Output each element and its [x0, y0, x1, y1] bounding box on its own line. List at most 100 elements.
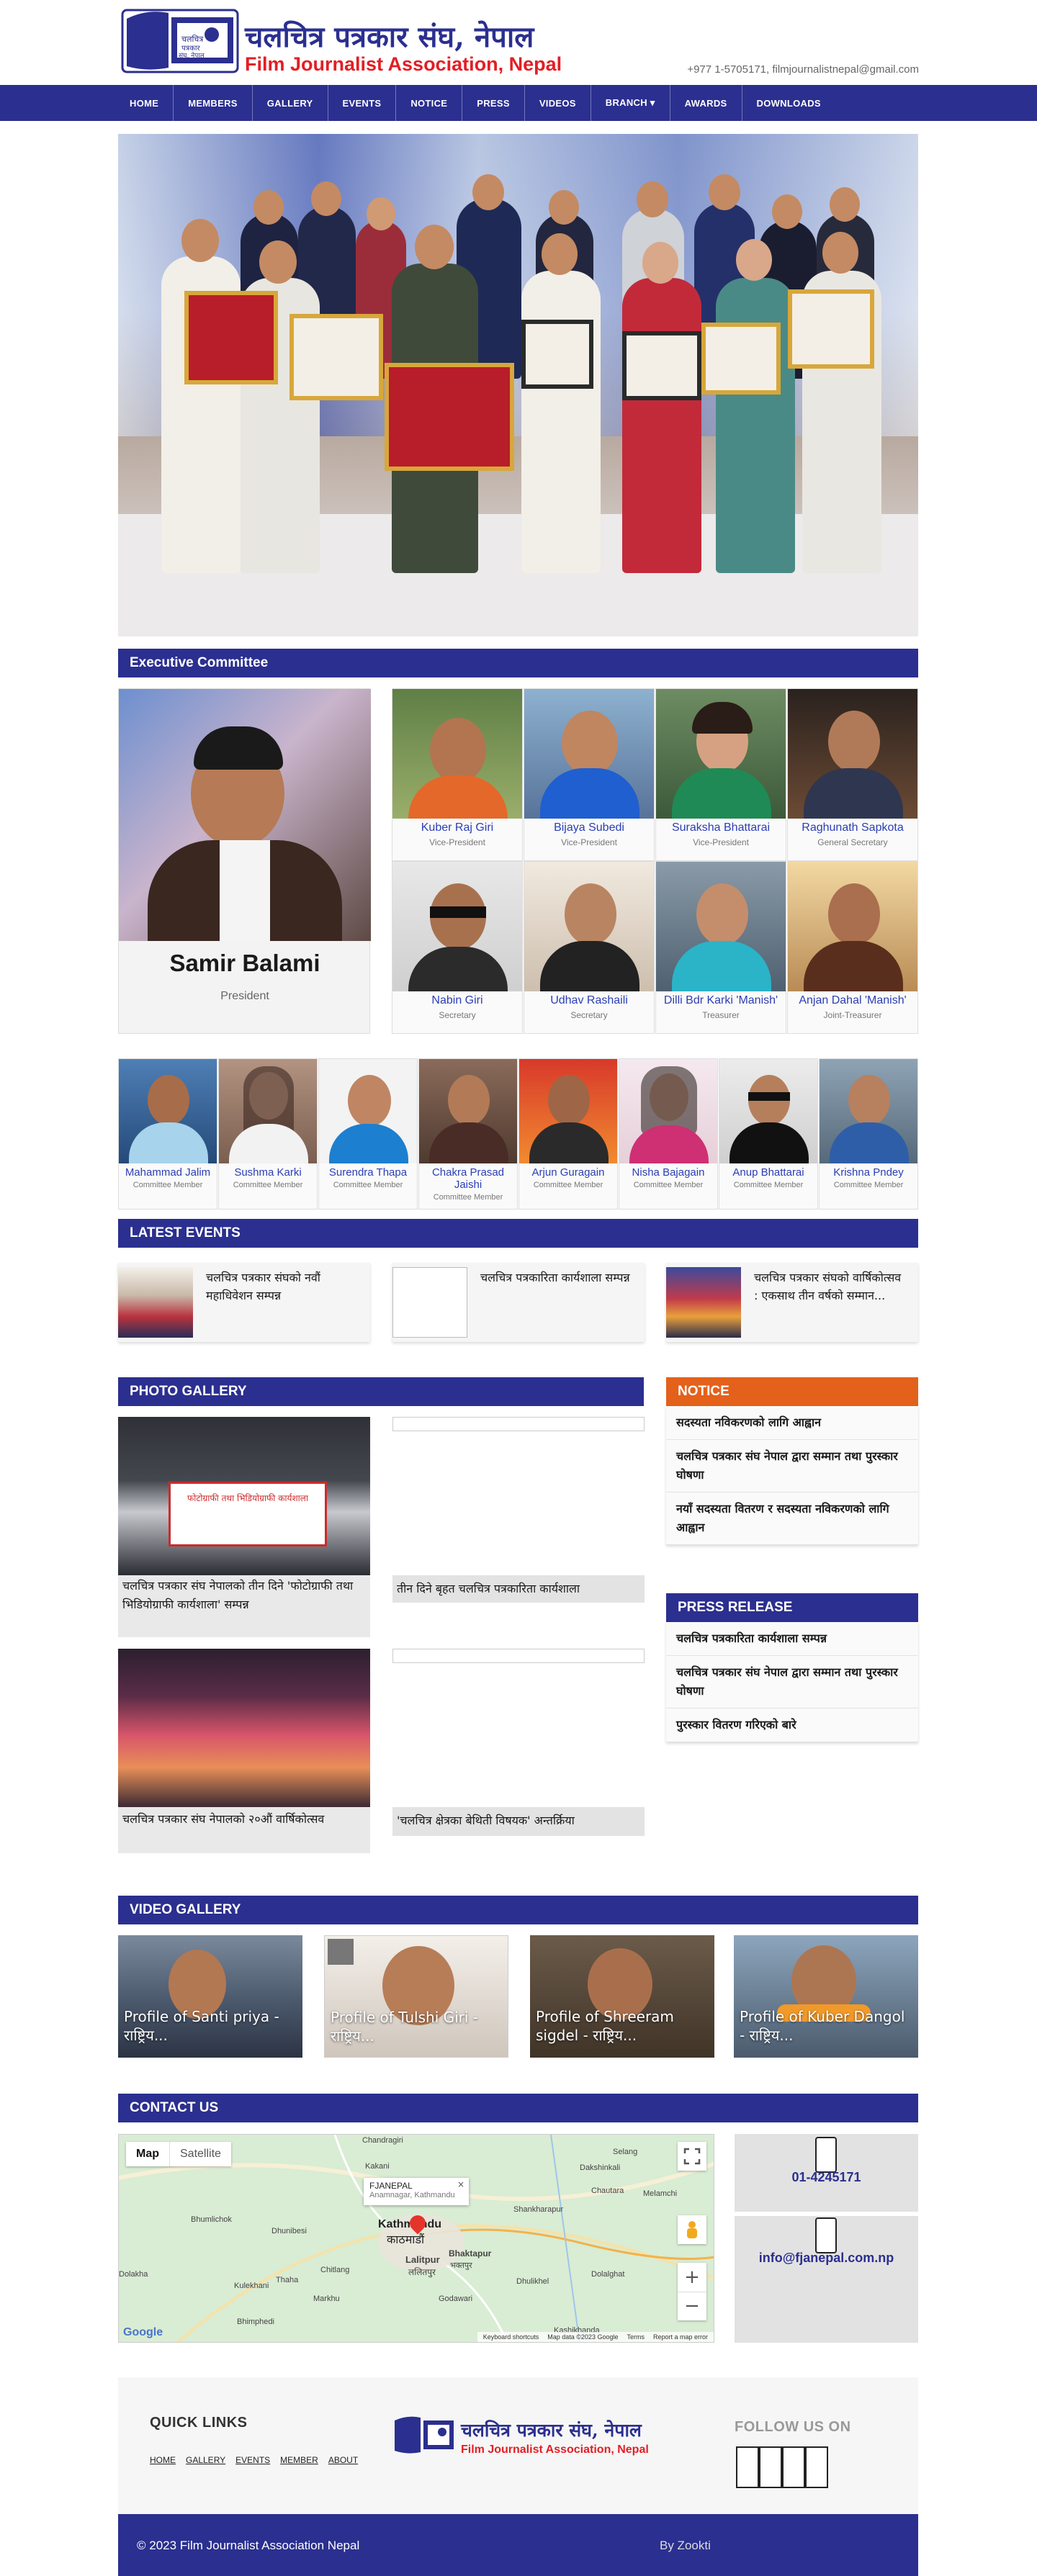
map-report-error-link[interactable]: Report a map error: [653, 2333, 708, 2341]
close-icon[interactable]: ×: [457, 2179, 464, 2189]
press-release-item[interactable]: चलचित्र पत्रकारिता कार्यशाला सम्पन्न: [666, 1622, 918, 1656]
member-name[interactable]: Udhav Rashaili: [524, 994, 654, 1007]
video-thumbnail[interactable]: Profile of Tulshi Giri - राष्ट्रिय...: [324, 1935, 508, 2058]
committee-card[interactable]: Mahammad Jalim Committee Member: [118, 1058, 217, 1210]
map-terms-link[interactable]: Terms: [627, 2333, 645, 2341]
video-thumbnail[interactable]: Profile of Kuber Dangol - राष्ट्रिय...: [734, 1935, 918, 2058]
nav-item-downloads[interactable]: DOWNLOADS: [742, 85, 835, 121]
site-title-english[interactable]: Film Journalist Association, Nepal: [245, 53, 562, 76]
embedded-map[interactable]: Chandragiri Kathmandu काठमाडौं Lalitpur …: [118, 2134, 714, 2343]
instagram-icon[interactable]: [805, 2446, 828, 2488]
nav-item-branch-dropdown[interactable]: BRANCH ▾: [591, 85, 670, 121]
zoom-out-icon[interactable]: −: [678, 2292, 706, 2320]
gallery-caption[interactable]: तीन दिने बृहत चलचित्र पत्रकारिता कार्यशा…: [397, 1580, 640, 1598]
video-title[interactable]: Profile of Tulshi Giri - राष्ट्रिय...: [331, 2008, 503, 2045]
video-title[interactable]: Profile of Santi priya - राष्ट्रिय...: [124, 2007, 297, 2045]
executive-card[interactable]: Nabin Giri Secretary: [392, 861, 523, 1034]
press-release-item[interactable]: पुरस्कार वितरण गरिएको बारे: [666, 1708, 918, 1742]
member-name[interactable]: Mahammad Jalim: [119, 1166, 217, 1179]
notice-item[interactable]: नयाँ सदस्यता वितरण र सदस्यता नविकरणको ला…: [666, 1492, 918, 1545]
video-title[interactable]: Profile of Shreeram sigdel - राष्ट्रिय..…: [536, 2007, 709, 2045]
member-name[interactable]: Anup Bhattarai: [719, 1166, 817, 1179]
committee-card[interactable]: Krishna Pndey Committee Member: [819, 1058, 918, 1210]
member-name[interactable]: Dilli Bdr Karki 'Manish': [656, 994, 786, 1007]
footer-link-events[interactable]: EVENTS: [235, 2455, 270, 2465]
executive-card[interactable]: Anjan Dahal 'Manish' Joint-Treasurer: [787, 861, 918, 1034]
member-name[interactable]: Nisha Bajagain: [619, 1166, 717, 1179]
executive-card[interactable]: Suraksha Bhattarai Vice-President: [655, 688, 786, 861]
contact-phone[interactable]: 01-4245171: [735, 2170, 918, 2185]
press-release-item[interactable]: चलचित्र पत्रकार संघ नेपाल द्वारा सम्मान …: [666, 1656, 918, 1708]
event-title[interactable]: चलचित्र पत्रकारिता कार्यशाला सम्पन्न: [480, 1269, 632, 1287]
member-name[interactable]: Nabin Giri: [392, 994, 522, 1007]
executive-card[interactable]: Dilli Bdr Karki 'Manish' Treasurer: [655, 861, 786, 1034]
video-thumbnail[interactable]: Profile of Shreeram sigdel - राष्ट्रिय..…: [530, 1935, 714, 2058]
site-title-nepali[interactable]: चलचित्र पत्रकार संघ, नेपाल: [245, 16, 534, 55]
footer-link-home[interactable]: HOME: [150, 2455, 176, 2465]
nav-item-videos[interactable]: VIDEOS: [525, 85, 591, 121]
committee-card[interactable]: Arjun Guragain Committee Member: [518, 1058, 618, 1210]
member-name[interactable]: Kuber Raj Giri: [392, 821, 522, 834]
gallery-caption[interactable]: चलचित्र पत्रकार संघ नेपालको तीन दिने 'फो…: [122, 1577, 366, 1614]
member-name[interactable]: Surendra Thapa: [319, 1166, 417, 1179]
president-card[interactable]: Samir Balami President: [118, 688, 371, 1034]
video-thumbnail[interactable]: Profile of Santi priya - राष्ट्रिय...: [118, 1935, 302, 2058]
zoom-in-icon[interactable]: +: [678, 2263, 706, 2292]
fullscreen-icon[interactable]: [678, 2142, 706, 2171]
footer-logo[interactable]: [392, 2415, 457, 2455]
map-tab-satellite[interactable]: Satellite: [169, 2142, 231, 2166]
member-name[interactable]: Suraksha Bhattarai: [656, 821, 786, 834]
member-name[interactable]: Sushma Karki: [219, 1166, 317, 1179]
member-name[interactable]: Raghunath Sapkota: [788, 821, 917, 834]
member-name[interactable]: Bijaya Subedi: [524, 821, 654, 834]
committee-card[interactable]: Surendra Thapa Committee Member: [318, 1058, 418, 1210]
contact-email[interactable]: info@fjanepal.com.np: [735, 2251, 918, 2266]
event-title[interactable]: चलचित्र पत्रकार संघको वार्षिकोत्सव : एकस…: [754, 1269, 905, 1305]
site-logo[interactable]: चलचित्र पत्रकार संघ, नेपाल: [118, 6, 242, 76]
gallery-item[interactable]: तीन दिने बृहत चलचित्र पत्रकारिता कार्यशा…: [392, 1417, 645, 1626]
gallery-caption[interactable]: चलचित्र पत्रकार संघ नेपालको २०औं वार्षिक…: [122, 1810, 366, 1829]
nav-item-events[interactable]: EVENTS: [328, 85, 397, 121]
footer-link-gallery[interactable]: GALLERY: [186, 2455, 225, 2465]
youtube-icon[interactable]: [782, 2446, 805, 2488]
nav-item-press[interactable]: PRESS: [462, 85, 525, 121]
member-name[interactable]: Arjun Guragain: [519, 1166, 617, 1179]
executive-card[interactable]: Udhav Rashaili Secretary: [524, 861, 655, 1034]
member-name[interactable]: Anjan Dahal 'Manish': [788, 994, 917, 1007]
executive-card[interactable]: Bijaya Subedi Vice-President: [524, 688, 655, 861]
nav-item-notice[interactable]: NOTICE: [396, 85, 463, 121]
map-info-popup[interactable]: FJANEPAL Anamnagar, Kathmandu ×: [364, 2178, 469, 2205]
map-tab-map[interactable]: Map: [126, 2142, 169, 2166]
pegman-icon[interactable]: [678, 2215, 706, 2244]
executive-card[interactable]: Raghunath Sapkota General Secretary: [787, 688, 918, 861]
nav-item-awards[interactable]: AWARDS: [670, 85, 742, 121]
footer-link-about[interactable]: ABOUT: [328, 2455, 358, 2465]
notice-item[interactable]: सदस्यता नविकरणको लागि आह्वान: [666, 1406, 918, 1440]
nav-item-home[interactable]: HOME: [118, 85, 174, 121]
map-keyboard-shortcuts-link[interactable]: Keyboard shortcuts: [483, 2333, 539, 2341]
notice-item[interactable]: चलचित्र पत्रकार संघ नेपाल द्वारा सम्मान …: [666, 1440, 918, 1492]
facebook-icon[interactable]: [736, 2446, 759, 2488]
video-title[interactable]: Profile of Kuber Dangol - राष्ट्रिय...: [740, 2007, 912, 2045]
event-card[interactable]: चलचित्र पत्रकार संघको नवौं महाधिवेशन सम्…: [118, 1263, 370, 1342]
gallery-item[interactable]: 'चलचित्र क्षेत्रका बेथिती विषयक' अन्तर्क…: [392, 1649, 645, 1853]
executive-card[interactable]: Kuber Raj Giri Vice-President: [392, 688, 523, 861]
event-card[interactable]: चलचित्र पत्रकारिता कार्यशाला सम्पन्न: [392, 1263, 645, 1342]
member-name[interactable]: Chakra Prasad Jaishi: [419, 1166, 517, 1191]
committee-card[interactable]: Sushma Karki Committee Member: [218, 1058, 318, 1210]
president-name[interactable]: Samir Balami: [119, 950, 371, 977]
gallery-caption[interactable]: 'चलचित्र क्षेत्रका बेथिती विषयक' अन्तर्क…: [397, 1811, 640, 1830]
developer-credit[interactable]: By Zookti: [660, 2539, 711, 2553]
gallery-item[interactable]: चलचित्र पत्रकार संघ नेपालको २०औं वार्षिक…: [118, 1649, 370, 1853]
nav-item-members[interactable]: MEMBERS: [174, 85, 253, 121]
event-title[interactable]: चलचित्र पत्रकार संघको नवौं महाधिवेशन सम्…: [206, 1269, 357, 1305]
member-name[interactable]: Krishna Pndey: [820, 1166, 917, 1179]
footer-link-member[interactable]: MEMBER: [280, 2455, 318, 2465]
committee-card[interactable]: Nisha Bajagain Committee Member: [619, 1058, 718, 1210]
gallery-item[interactable]: फोटोग्राफी तथा भिडियोग्राफी कार्यशाला चल…: [118, 1417, 370, 1637]
nav-item-gallery[interactable]: GALLERY: [253, 85, 328, 121]
event-card[interactable]: चलचित्र पत्रकार संघको वार्षिकोत्सव : एकस…: [666, 1263, 918, 1342]
committee-card[interactable]: Anup Bhattarai Committee Member: [719, 1058, 818, 1210]
twitter-icon[interactable]: [759, 2446, 782, 2488]
committee-card[interactable]: Chakra Prasad Jaishi Committee Member: [418, 1058, 518, 1210]
